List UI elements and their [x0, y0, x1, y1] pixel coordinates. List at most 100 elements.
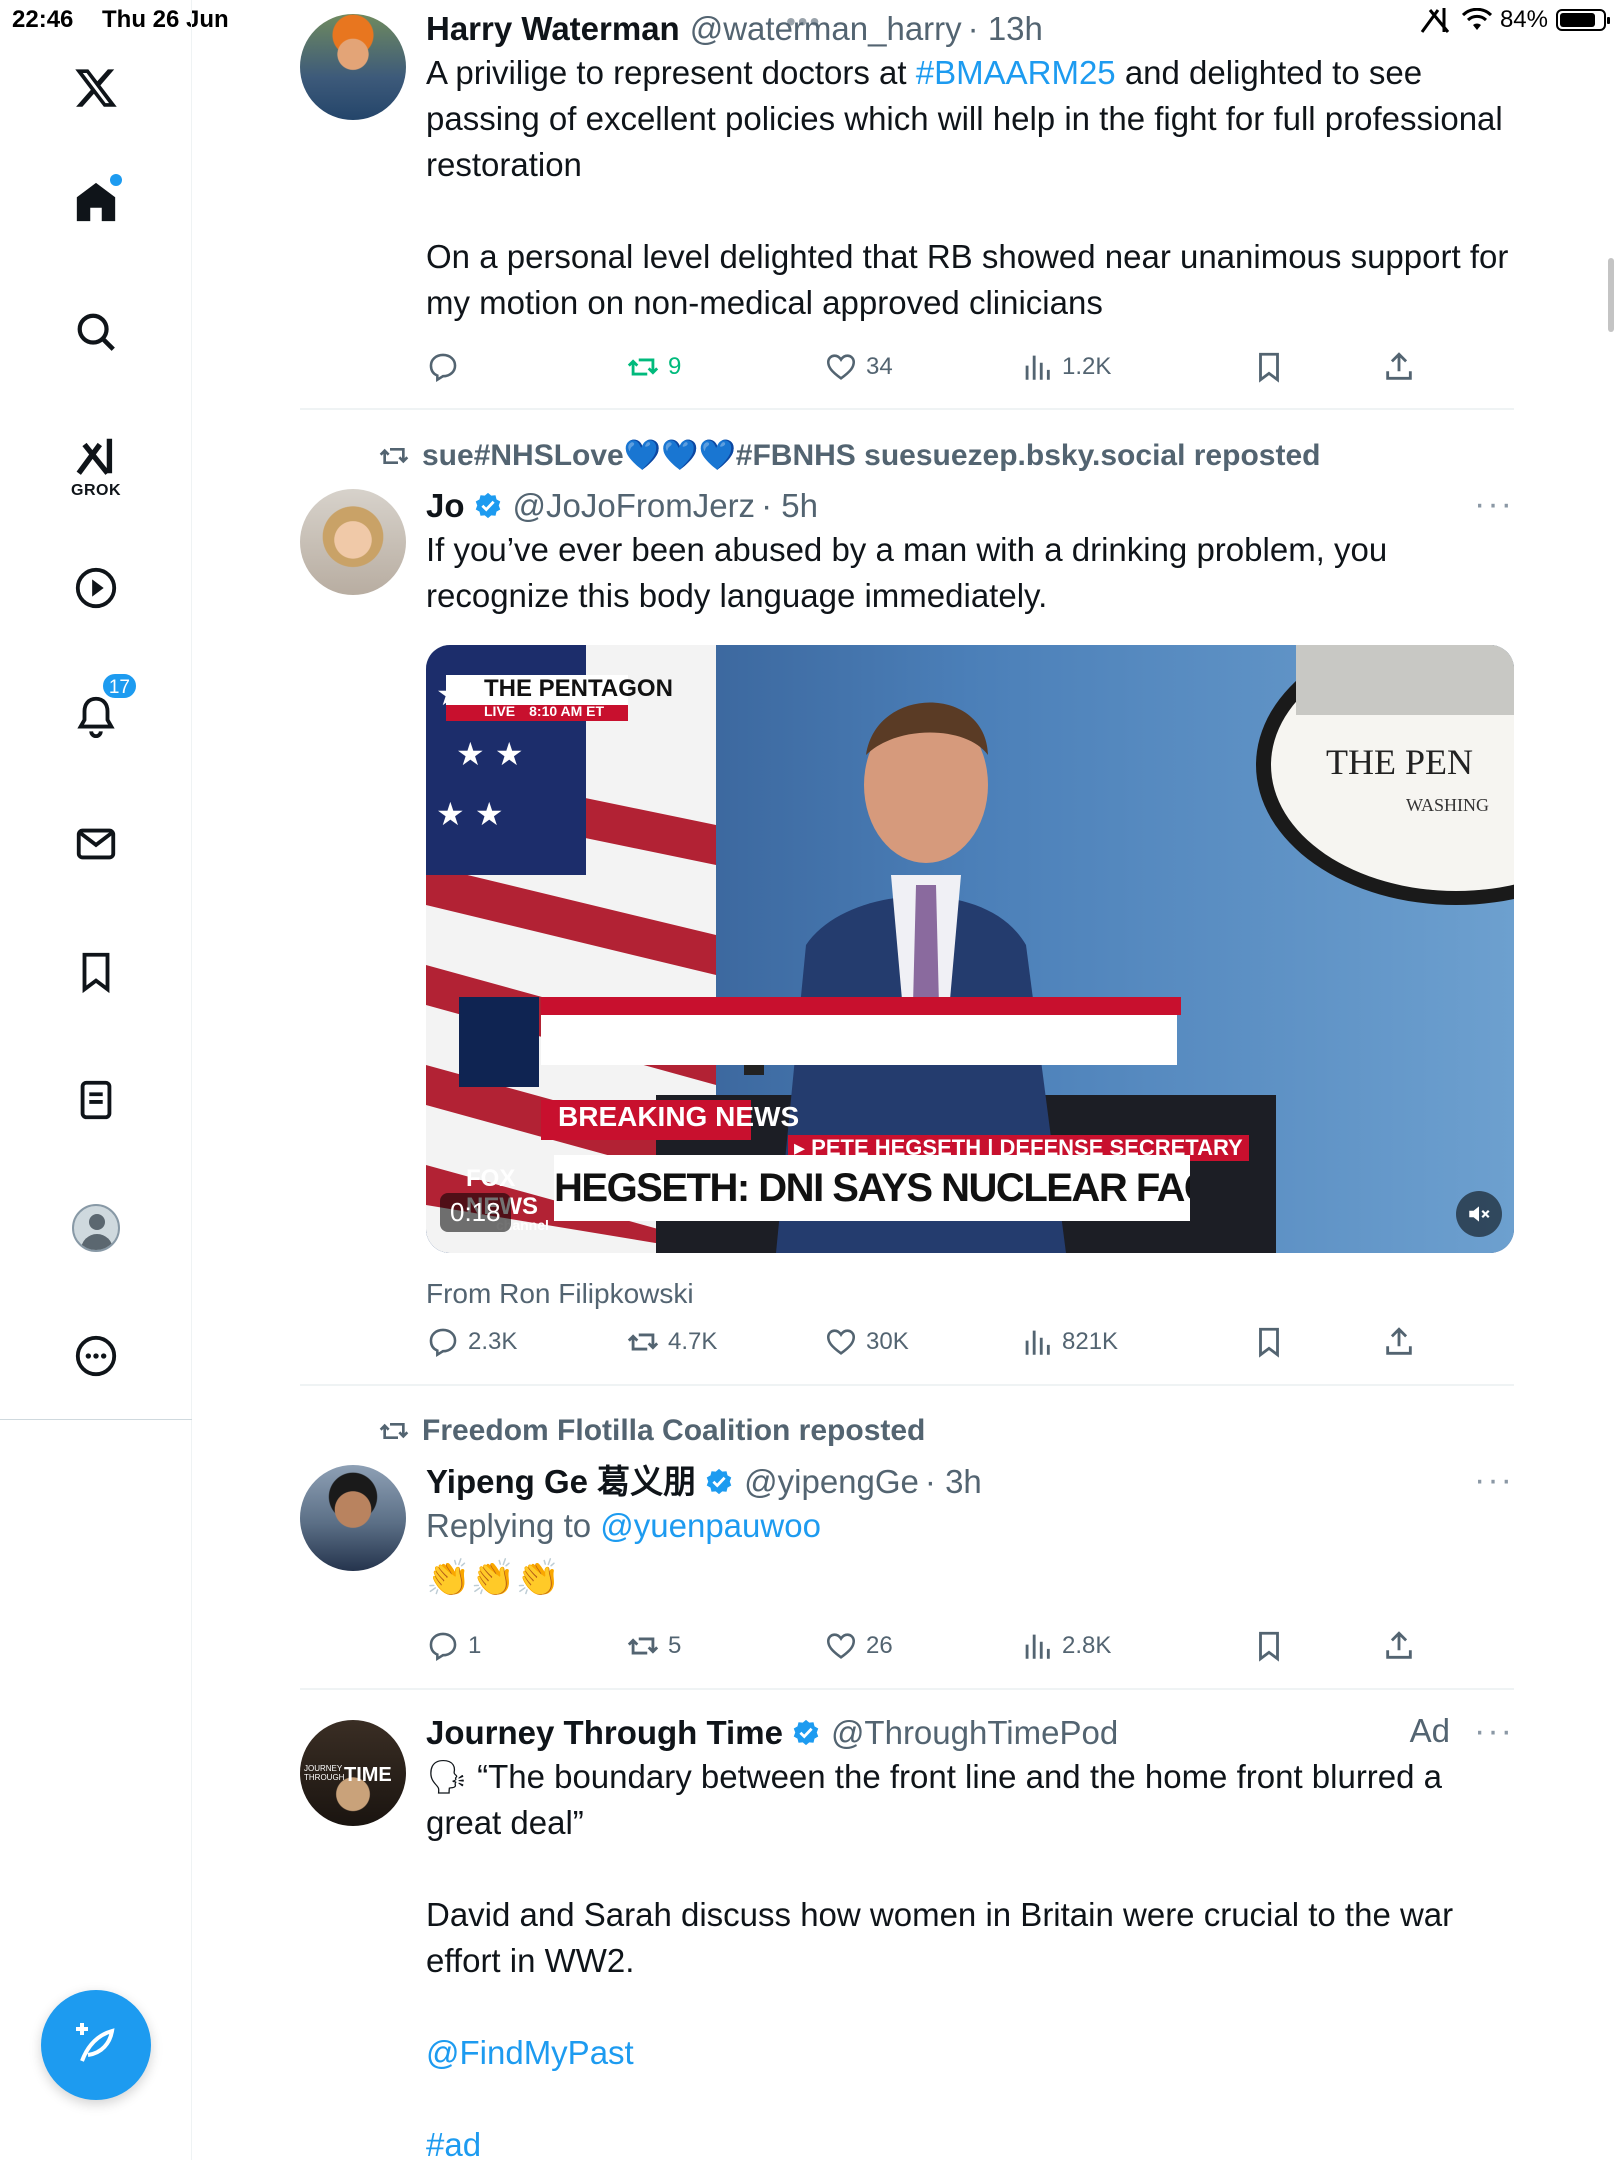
reply-button[interactable]: 1 — [426, 1629, 481, 1663]
battery-fill — [1560, 13, 1596, 27]
reply-icon — [429, 1632, 457, 1662]
author-handle[interactable]: @ThroughTimePod — [831, 1712, 1118, 1754]
seal-subtext: WASHING — [1406, 795, 1489, 815]
repost-icon — [627, 358, 659, 376]
tweet-content: Harry Waterman @waterman_harry · 13h A p… — [426, 8, 1514, 326]
scrollbar[interactable] — [1608, 258, 1614, 332]
sidebar-item-notifications[interactable]: 17 — [66, 672, 138, 746]
tweet-text: 🗣 “The boundary between the front line a… — [426, 1754, 1514, 1846]
play-circle-icon — [75, 567, 117, 609]
sidebar-item-profile[interactable] — [66, 1198, 126, 1258]
hashtag-link[interactable]: #ad — [426, 2122, 1514, 2160]
views-button[interactable]: 1.2K — [1020, 350, 1111, 384]
tweet-text-part: A privilige to represent doctors at — [426, 54, 916, 91]
avatar-text: TIME — [344, 1764, 392, 1786]
like-count: 34 — [866, 353, 893, 380]
tweet-text-quote: “The boundary between the front line and… — [426, 1758, 1443, 1841]
sidebar-item-video[interactable] — [66, 558, 126, 618]
battery-icon — [1556, 9, 1610, 31]
reply-button[interactable]: 2.3K — [426, 1325, 517, 1359]
tweet-text-paragraph: David and Sarah discuss how women in Bri… — [426, 1896, 1454, 1979]
video-location-tag: THE PENTAGON — [484, 675, 673, 702]
like-button[interactable]: 30K — [824, 1325, 909, 1359]
bookmark-button[interactable] — [1252, 1629, 1294, 1663]
tweet-text: A privilige to represent doctors at #BMA… — [426, 50, 1514, 188]
envelope-icon — [76, 828, 116, 860]
speaking-head-icon: 🗣 — [426, 1758, 468, 1795]
x-logo-icon — [75, 69, 117, 107]
views-button[interactable]: 821K — [1020, 1325, 1118, 1359]
sidebar-item-more[interactable] — [66, 1326, 126, 1386]
repost-context[interactable]: Freedom Flotilla Coalition reposted — [378, 1414, 925, 1448]
avatar[interactable] — [300, 1465, 406, 1571]
sidebar-item-explore[interactable] — [66, 302, 126, 362]
sidebar-item-grok[interactable]: GROK — [66, 426, 126, 499]
reply-icon — [429, 353, 457, 383]
hashtag-link[interactable]: #BMAARM25 — [916, 54, 1116, 91]
author-handle[interactable]: @JoJoFromJerz — [513, 485, 756, 527]
reply-target-link[interactable]: @yuenpauwoo — [600, 1507, 821, 1544]
share-icon — [1386, 352, 1412, 380]
author-handle[interactable]: @waterman_harry — [690, 8, 962, 50]
share-button[interactable] — [1382, 1629, 1424, 1663]
share-button[interactable] — [1382, 350, 1424, 384]
video-source[interactable]: From Ron Filipkowski — [426, 1271, 694, 1317]
share-button[interactable] — [1382, 1325, 1424, 1359]
breaking-news-label: BREAKING NEWS — [558, 1101, 800, 1132]
repost-context-text: Freedom Flotilla Coalition reposted — [422, 1414, 926, 1447]
like-button[interactable]: 26 — [824, 1629, 893, 1663]
avatar[interactable]: JOURNEY THROUGH TIME — [300, 1720, 406, 1826]
sidebar-item-bookmarks[interactable] — [66, 942, 126, 1002]
repost-button[interactable]: 9 — [626, 350, 681, 384]
live-label: LIVE — [484, 703, 516, 719]
repost-context[interactable]: sue#NHSLove💙💙💙#FBNHS suesuezep.bsky.soci… — [378, 438, 1320, 473]
author-name[interactable]: Yipeng Ge 葛义朋 — [426, 1461, 696, 1503]
author-name[interactable]: Jo — [426, 485, 465, 527]
more-options-button[interactable]: ··· — [1474, 1461, 1514, 1500]
svg-text:★ ★: ★ ★ — [436, 795, 504, 833]
muted-speaker-icon — [1469, 1206, 1490, 1222]
repost-button[interactable]: 5 — [626, 1629, 681, 1663]
repost-icon — [627, 1333, 659, 1351]
bookmark-icon — [82, 952, 110, 994]
reply-button[interactable] — [426, 350, 468, 384]
video-live-tag: LIVE 8:10 AM ET — [484, 703, 604, 719]
author-name[interactable]: Harry Waterman — [426, 8, 680, 50]
sidebar-item-lists[interactable] — [66, 1070, 126, 1130]
live-time: 8:10 AM ET — [529, 703, 605, 719]
grok-icon — [76, 438, 113, 475]
author-name[interactable]: Journey Through Time — [426, 1712, 783, 1754]
verified-badge-icon — [793, 1719, 819, 1746]
separator — [300, 1384, 1514, 1386]
ad-label: Ad — [1409, 1712, 1450, 1749]
author-handle[interactable]: @yipengGe — [744, 1461, 919, 1503]
views-count: 2.8K — [1062, 1632, 1112, 1659]
avatar[interactable] — [300, 14, 406, 120]
views-button[interactable]: 2.8K — [1020, 1629, 1111, 1663]
sidebar-item-home[interactable] — [66, 172, 126, 232]
more-options-button[interactable]: ··· — [1474, 1712, 1514, 1751]
separator — [300, 408, 1514, 410]
compose-button[interactable] — [41, 1990, 151, 2100]
bookmark-button[interactable] — [1252, 1325, 1294, 1359]
x-logo-button[interactable] — [66, 58, 126, 118]
compose-feather-icon — [76, 2023, 115, 2062]
views-count: 821K — [1062, 1328, 1119, 1355]
avatar[interactable] — [300, 489, 406, 595]
video-player[interactable]: ★ ★★ ★★ ★ — [426, 645, 1514, 1253]
views-chart-icon — [1025, 1634, 1050, 1659]
mention-link[interactable]: @FindMyPast — [426, 2030, 1514, 2076]
search-icon — [77, 313, 115, 351]
repost-button[interactable]: 4.7K — [626, 1325, 717, 1359]
bookmark-button[interactable] — [1252, 350, 1294, 384]
notification-badge: 17 — [100, 672, 138, 700]
grok-label: GROK — [71, 482, 121, 499]
mute-button[interactable] — [1456, 1191, 1502, 1237]
like-button[interactable]: 34 — [824, 350, 893, 384]
heart-icon — [826, 1633, 856, 1659]
sidebar-item-messages[interactable] — [66, 814, 126, 874]
home-icon — [76, 182, 116, 222]
tweet-content: Journey Through Time @ThroughTimePod Ad … — [426, 1712, 1514, 2160]
bell-icon — [77, 696, 115, 738]
more-options-button[interactable]: ··· — [1474, 485, 1514, 524]
